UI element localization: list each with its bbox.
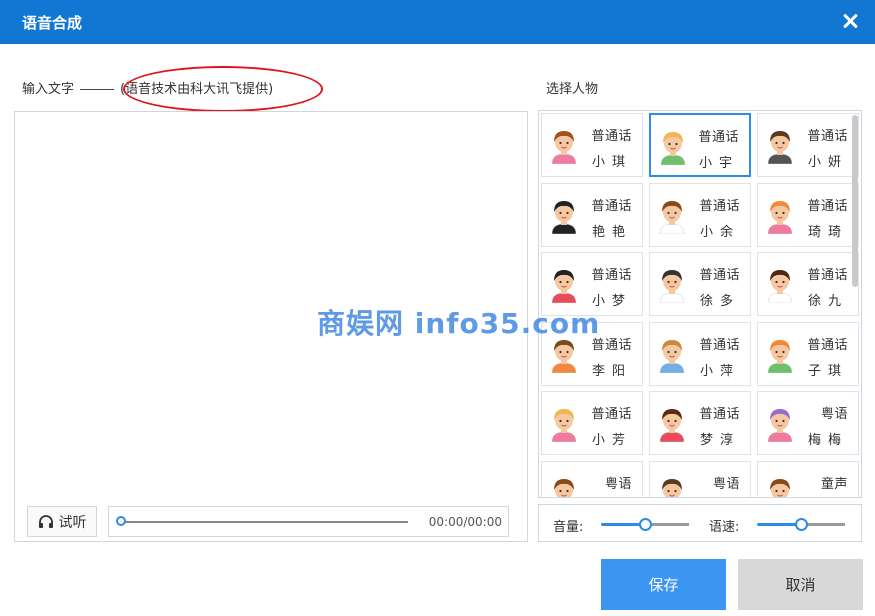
- voice-language: 粤语: [604, 476, 632, 492]
- voice-language: 普通话: [591, 129, 632, 144]
- voice-avatar-icon: [767, 270, 793, 303]
- input-label: 输入文字: [22, 82, 75, 97]
- voice-avatar-icon: [660, 132, 686, 165]
- voice-settings: 音量: 语速:: [538, 504, 862, 542]
- voice-card[interactable]: 普通话 艳艳: [541, 182, 643, 247]
- voice-avatar-icon: [767, 339, 793, 373]
- voice-language: 普通话: [591, 337, 632, 353]
- voice-name: 徐多: [699, 294, 740, 309]
- voice-language: 粤语: [820, 407, 848, 422]
- voice-avatar-icon: [767, 409, 793, 442]
- listen-label: 试听: [58, 514, 87, 531]
- voice-language: 普通话: [699, 198, 740, 214]
- voice-name: 艳艳: [591, 224, 632, 240]
- voice-avatar-icon: [551, 409, 577, 442]
- voice-card[interactable]: 普通话 琦琦: [757, 182, 859, 247]
- voice-language: 普通话: [699, 268, 740, 283]
- progress-track[interactable]: [121, 521, 408, 523]
- cancel-button[interactable]: 取消: [738, 559, 863, 610]
- close-icon[interactable]: [839, 10, 861, 32]
- listen-button[interactable]: 试听: [27, 506, 97, 537]
- voice-card[interactable]: 粤语梅梅: [757, 391, 859, 455]
- voice-card[interactable]: 普通话 小琪: [541, 113, 643, 177]
- voice-avatar-icon: [767, 200, 793, 234]
- dialog-title: 语音合成: [22, 14, 83, 32]
- voice-name: 李阳: [591, 363, 632, 379]
- voice-card[interactable]: 童声: [757, 460, 859, 497]
- voice-card[interactable]: 普通话 梦淳: [649, 391, 751, 455]
- voice-name: 小余: [699, 224, 740, 240]
- voice-section-label: 选择人物: [546, 82, 599, 97]
- voice-name: 小梦: [591, 294, 632, 309]
- voice-list-panel: 普通话 小琪 普通话 小宇 普通话 小妍 普通话 艳艳 普通话 小余 普通话 琦琦 普通话 小梦 普通话 徐多…: [538, 110, 862, 498]
- voice-language: 普通话: [807, 268, 848, 283]
- voice-card[interactable]: 普通话 小妍: [757, 113, 859, 177]
- voice-name: 徐九: [807, 294, 848, 309]
- voice-language: 普通话: [807, 337, 848, 353]
- voice-card[interactable]: 普通话 小余: [649, 182, 751, 247]
- voice-avatar-icon: [770, 478, 790, 497]
- voice-list-scrollbar[interactable]: [852, 115, 858, 287]
- voice-language: 普通话: [699, 407, 740, 422]
- voice-avatar-icon: [551, 339, 577, 373]
- audio-player: 00:00/00:00: [108, 506, 509, 537]
- annotation-ellipse: [123, 66, 323, 112]
- voice-avatar-icon: [551, 200, 577, 234]
- speed-handle[interactable]: [795, 518, 808, 531]
- voice-language: 普通话: [591, 198, 632, 214]
- voice-language: 普通话: [807, 198, 848, 214]
- voice-language: 普通话: [699, 337, 740, 353]
- voice-avatar-icon: [662, 478, 682, 497]
- volume-label: 音量:: [553, 520, 584, 535]
- volume-handle[interactable]: [639, 518, 652, 531]
- voice-language: 普通话: [591, 407, 632, 422]
- save-button[interactable]: 保存: [601, 559, 726, 610]
- voice-card[interactable]: 普通话 徐多: [649, 252, 751, 316]
- voice-name: 小琪: [591, 155, 632, 170]
- voice-name: 小萍: [699, 363, 740, 379]
- voice-name: 子琪: [807, 363, 848, 379]
- voice-card[interactable]: 普通话 小芳: [541, 391, 643, 455]
- voice-language: 普通话: [591, 268, 632, 283]
- voice-card[interactable]: 粤语: [649, 460, 751, 497]
- voice-avatar-icon: [659, 409, 685, 442]
- time-display: 00:00/00:00: [428, 515, 502, 529]
- progress-handle[interactable]: [116, 516, 126, 526]
- volume-slider[interactable]: [601, 518, 689, 531]
- voice-name: 小宇: [698, 156, 739, 171]
- title-bar: 语音合成: [0, 0, 875, 44]
- speed-slider[interactable]: [757, 518, 845, 531]
- voice-name: 小妍: [807, 155, 848, 170]
- voice-card[interactable]: 粤语: [541, 460, 643, 497]
- voice-language: 童声: [820, 476, 848, 492]
- voice-card[interactable]: 普通话 李阳: [541, 321, 643, 386]
- voice-card[interactable]: 普通话 小梦: [541, 252, 643, 316]
- text-input[interactable]: [17, 114, 525, 500]
- voice-card[interactable]: 普通话 小萍: [649, 321, 751, 386]
- dash-divider: [80, 89, 115, 90]
- voice-language: 粤语: [712, 476, 740, 492]
- voice-card[interactable]: 普通话 徐九: [757, 252, 859, 316]
- voice-avatar-icon: [659, 339, 685, 373]
- voice-card[interactable]: 普通话 小宇: [649, 113, 751, 177]
- voice-avatar-icon: [767, 131, 793, 164]
- text-input-panel: 试听 00:00/00:00: [14, 111, 528, 542]
- voice-avatar-icon: [659, 270, 685, 303]
- speed-label: 语速:: [709, 520, 740, 535]
- voice-avatar-icon: [554, 478, 574, 497]
- voice-avatar-icon: [551, 131, 577, 164]
- headphones-icon: [38, 515, 53, 528]
- voice-avatar-icon: [659, 200, 685, 234]
- voice-language: 普通话: [698, 130, 739, 145]
- voice-name: 琦琦: [807, 224, 848, 240]
- voice-name: 梅梅: [807, 433, 848, 448]
- voice-card[interactable]: 普通话 子琪: [757, 321, 859, 386]
- voice-name: 梦淳: [699, 433, 740, 448]
- voice-avatar-icon: [551, 270, 577, 303]
- voice-language: 普通话: [807, 129, 848, 144]
- voice-name: 小芳: [591, 433, 632, 448]
